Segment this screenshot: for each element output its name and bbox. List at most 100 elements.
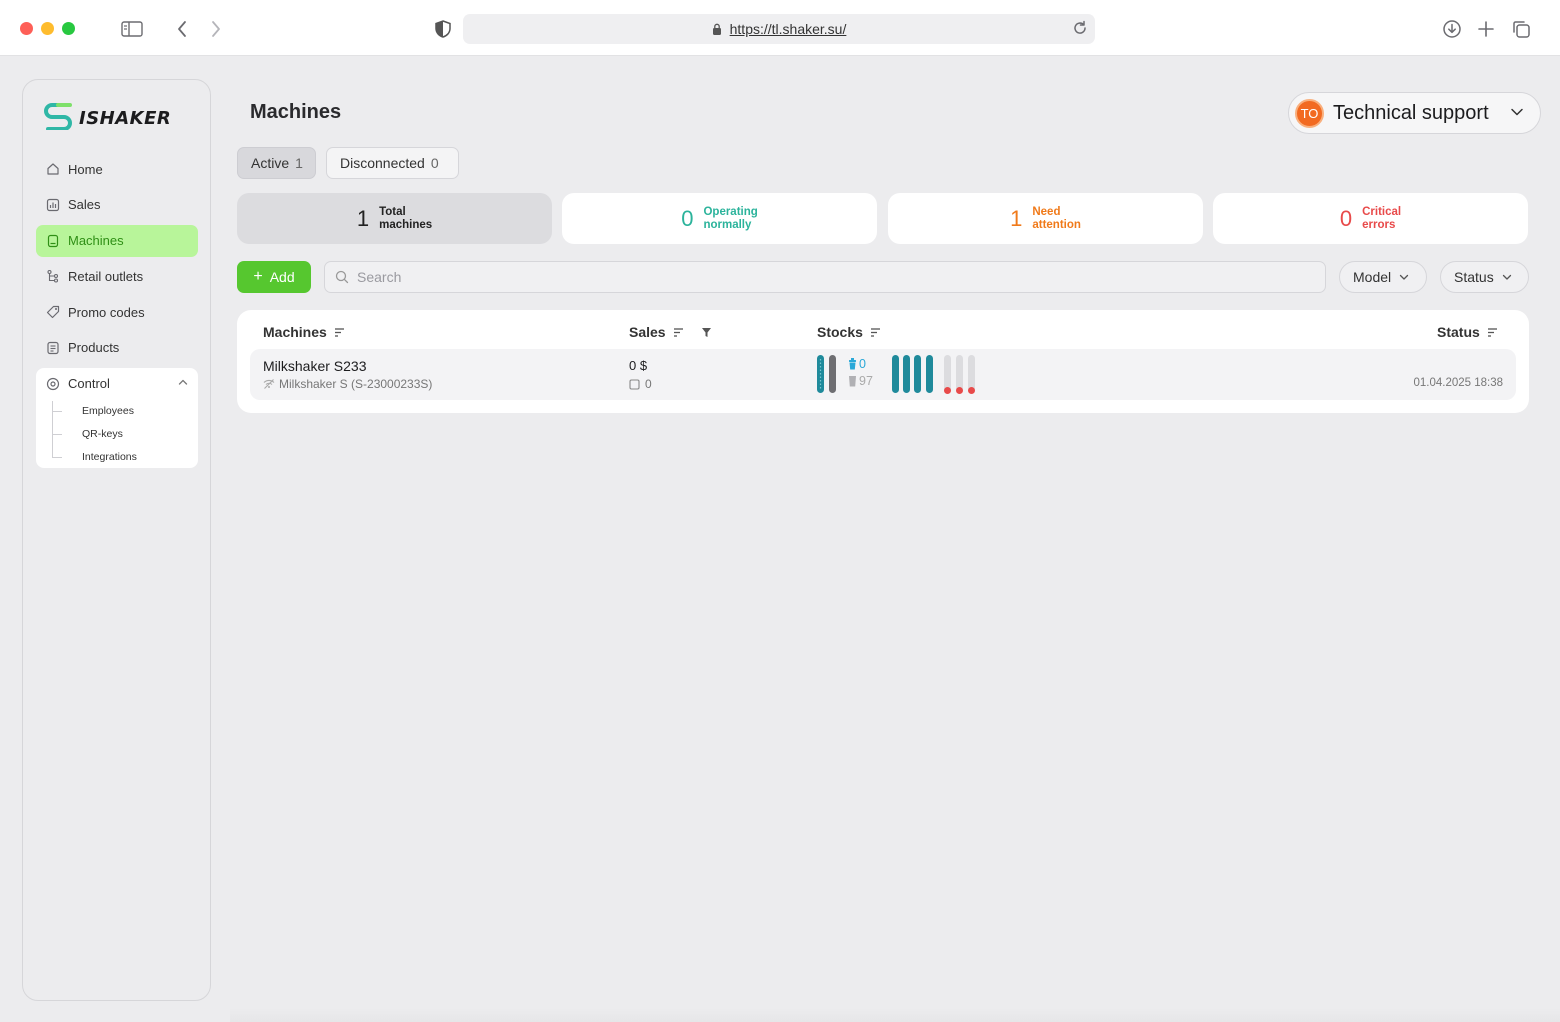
sidebar-toggle-icon[interactable] [120, 17, 144, 41]
machine-icon [46, 234, 60, 248]
ingredient-bar [926, 355, 933, 393]
sidebar-control-group: Control Employees QR-keys Integrations [36, 367, 198, 468]
back-icon[interactable] [170, 17, 194, 41]
sidebar-item-label: Products [68, 340, 120, 356]
minimize-window-button[interactable] [41, 22, 54, 35]
sidebar-item-machines[interactable]: Machines [36, 224, 198, 257]
sidebar-item-products[interactable]: Products [36, 332, 198, 364]
new-tab-icon[interactable] [1474, 17, 1498, 41]
sort-icon[interactable] [673, 327, 684, 337]
summary-card-critical[interactable]: 0 Critical errors [1213, 193, 1528, 244]
ingredient-bar [914, 355, 921, 393]
summary-value: 1 [356, 205, 370, 231]
summary-label-line: Operating [703, 205, 758, 218]
submenu-tick [52, 433, 62, 435]
sidebar-item-label: Control [68, 376, 110, 392]
tab-disconnected[interactable]: Disconnected 0 [326, 147, 459, 179]
sales-amount: 0 $ [629, 358, 648, 373]
machines-table: Machines Sales Stocks Status Milkshaker … [237, 310, 1529, 413]
tab-active[interactable]: Active 1 [237, 147, 316, 179]
summary-label-line: errors [1362, 218, 1396, 231]
sort-icon[interactable] [870, 327, 881, 337]
submenu-item-employees[interactable]: Employees [82, 405, 134, 417]
close-window-button[interactable] [20, 22, 33, 35]
column-header-status[interactable]: Status [1437, 324, 1498, 340]
search-input[interactable] [357, 269, 1257, 285]
summary-label-line: Total [379, 205, 406, 218]
filter-funnel-icon[interactable] [701, 327, 712, 338]
filter-label: Model [1353, 269, 1392, 285]
gear-icon [46, 377, 60, 391]
column-header-label: Sales [629, 324, 666, 340]
sort-icon[interactable] [1487, 327, 1498, 337]
tab-label: Active [251, 155, 290, 171]
wifi-off-icon [263, 379, 275, 389]
chart-icon [46, 198, 60, 212]
summary-card-total[interactable]: 1 Total machines [237, 193, 552, 244]
ingredient-bar [892, 355, 899, 393]
submenu-tree-line [52, 400, 53, 457]
column-header-stocks[interactable]: Stocks [817, 324, 881, 340]
summary-card-attention[interactable]: 1 Need attention [888, 193, 1203, 244]
maximize-window-button[interactable] [62, 22, 75, 35]
model-filter-dropdown[interactable]: Model [1339, 261, 1427, 293]
logo-text: ISHAKER [79, 108, 172, 129]
sidebar-item-sales[interactable]: Sales [36, 189, 198, 221]
machine-model: Milkshaker S (S-23000233S) [263, 377, 432, 391]
download-icon[interactable] [1440, 17, 1464, 41]
status-filter-dropdown[interactable]: Status [1440, 261, 1529, 293]
summary-value: 0 [681, 205, 694, 231]
summary-card-operating[interactable]: 0 Operating normally [562, 193, 877, 244]
sidebar-item-home[interactable]: Home [36, 153, 198, 185]
logo[interactable]: ISHAKER [43, 102, 171, 135]
cups-stock: 97 [848, 374, 873, 388]
alert-dot [956, 387, 963, 394]
cup-icon [629, 378, 640, 390]
submenu-item-qr-keys[interactable]: QR-keys [82, 428, 123, 440]
tab-count: 1 [295, 155, 303, 171]
forward-icon[interactable] [204, 17, 228, 41]
user-menu-button[interactable]: TO Technical support [1288, 92, 1541, 134]
chevron-down-icon [1502, 274, 1512, 281]
cups-available: 0 [848, 357, 866, 371]
sidebar-item-label: Machines [68, 233, 124, 249]
summary-label-line: normally [703, 218, 752, 231]
cups-available-text: 0 [859, 357, 866, 371]
stock-bar [829, 355, 836, 393]
chevron-down-icon [1399, 274, 1409, 281]
chevron-up-icon[interactable] [178, 378, 188, 386]
address-bar[interactable]: https://tl.shaker.su/ [463, 14, 1095, 44]
machine-name: Milkshaker S233 [263, 358, 367, 374]
reload-icon[interactable] [1071, 19, 1089, 37]
sidebar-item-label: Home [68, 161, 103, 177]
column-header-label: Stocks [817, 324, 863, 340]
column-header-sales[interactable]: Sales [629, 324, 712, 340]
user-name: Technical support [1333, 101, 1489, 124]
summary-value: 1 [1010, 205, 1023, 231]
outlets-icon [46, 269, 60, 283]
alert-dot [968, 387, 975, 394]
summary-label: Total machines [379, 206, 432, 232]
sidebar-item-promo-codes[interactable]: Promo codes [36, 296, 198, 328]
sidebar-item-control[interactable]: Control [36, 368, 198, 400]
shield-icon[interactable] [431, 17, 455, 41]
submenu-item-integrations[interactable]: Integrations [82, 451, 137, 463]
list-icon [46, 341, 60, 355]
ingredient-bar [903, 355, 910, 393]
logo-mark-icon [43, 102, 73, 135]
column-header-machines[interactable]: Machines [263, 324, 345, 340]
plus-icon: + [253, 268, 263, 285]
machine-model-text: Milkshaker S (S-23000233S) [279, 377, 433, 391]
filter-label: Status [1454, 269, 1494, 285]
cup-lid-icon [848, 358, 857, 370]
sidebar-item-label: Promo codes [68, 304, 145, 320]
sidebar: ISHAKER Home Sales Machines Retail outle… [22, 79, 211, 1001]
add-machine-button[interactable]: + Add [237, 261, 311, 293]
sort-icon[interactable] [334, 327, 345, 337]
sidebar-item-retail-outlets[interactable]: Retail outlets [36, 260, 198, 292]
tabs-overview-icon[interactable] [1509, 17, 1533, 41]
sidebar-nav: Home Sales Machines Retail outlets Promo… [36, 153, 198, 468]
browser-toolbar: https://tl.shaker.su/ [0, 0, 1560, 56]
cup-icon [848, 375, 857, 387]
table-row[interactable]: Milkshaker S233 Milkshaker S (S-23000233… [250, 349, 1516, 400]
